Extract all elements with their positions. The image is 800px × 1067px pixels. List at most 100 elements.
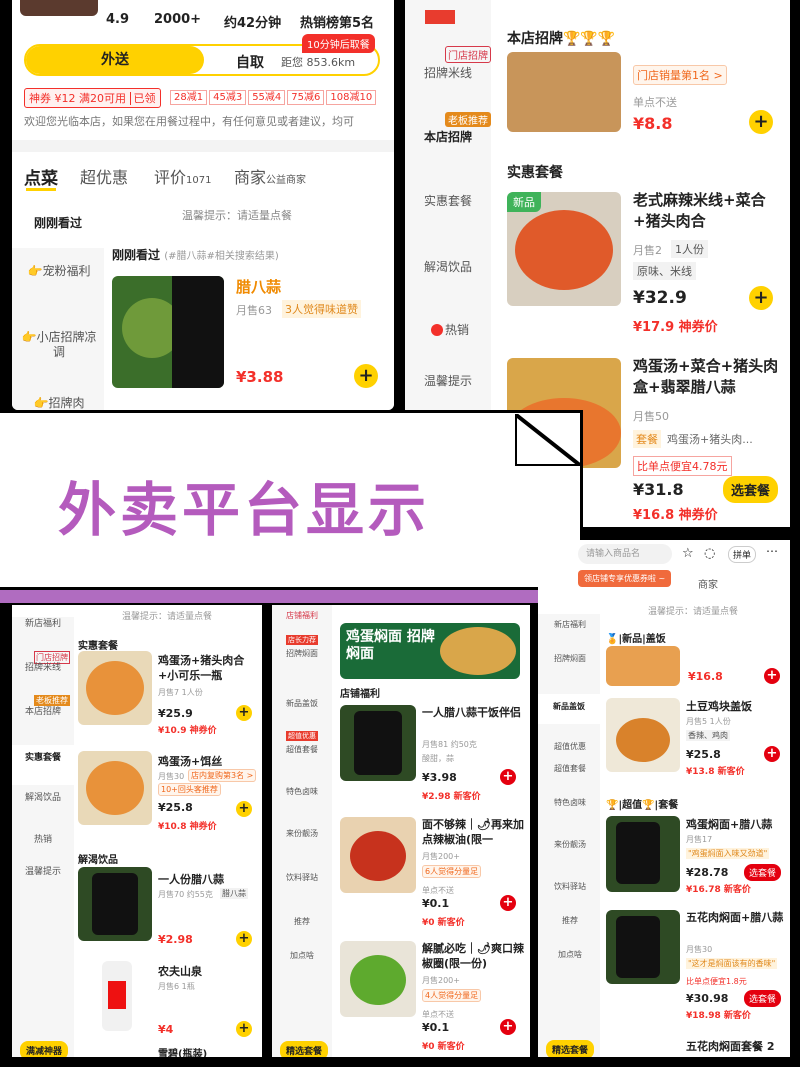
- star-icon[interactable]: ☆: [682, 546, 694, 561]
- tab-order[interactable]: 点菜: [24, 164, 58, 189]
- product-image[interactable]: [112, 276, 224, 388]
- product-image[interactable]: 新品: [507, 192, 621, 306]
- bottom-combo-button[interactable]: 精选套餐: [546, 1040, 595, 1057]
- sidebar-item-recommend[interactable]: 推荐: [542, 916, 598, 926]
- tab-deals[interactable]: 超优惠: [80, 164, 128, 188]
- tab-pickup[interactable]: 自取: [236, 52, 264, 72]
- bottom-combo-button[interactable]: 精选套餐: [280, 1041, 329, 1057]
- tab-delivery[interactable]: 外送: [26, 46, 204, 74]
- add-to-cart-button[interactable]: +: [500, 895, 516, 911]
- product-name[interactable]: 一人腊八蒜干饭伴侣: [422, 705, 522, 720]
- more-icon[interactable]: ⋯: [766, 544, 778, 558]
- sidebar-item-hot[interactable]: 热销: [445, 323, 469, 338]
- product-name[interactable]: 鸡蛋汤+猪头肉合+小可乐一瓶: [158, 653, 258, 684]
- product-name[interactable]: 老式麻辣米线+菜合+猪头肉合: [633, 190, 783, 232]
- sidebar-item-braised[interactable]: 特色卤味: [542, 798, 598, 808]
- sidebar-item-recent[interactable]: 刚刚看过: [12, 200, 104, 248]
- sidebar-item-signature-noodles[interactable]: 招牌米线: [409, 66, 487, 81]
- sidebar-item-tips[interactable]: 温馨提示: [16, 867, 70, 878]
- sidebar-item-combo[interactable]: 超值套餐: [542, 764, 598, 774]
- product-name[interactable]: 农夫山泉: [158, 963, 202, 979]
- sidebar-item-combo[interactable]: 实惠套餐: [12, 745, 74, 785]
- add-to-cart-button[interactable]: +: [749, 286, 773, 310]
- promo-banner-image[interactable]: 鸡蛋焖面 招牌焖面: [340, 623, 520, 679]
- add-to-cart-button[interactable]: +: [236, 705, 252, 721]
- product-image[interactable]: [606, 698, 680, 772]
- sidebar-item-drinks[interactable]: 解渴饮品: [409, 260, 487, 275]
- sidebar-item-fans[interactable]: 👉宠粉福利: [18, 264, 100, 279]
- product-image[interactable]: [340, 817, 416, 893]
- sidebar-item-meat[interactable]: 👉招牌肉: [18, 396, 100, 410]
- sidebar-item-welfare[interactable]: 店铺福利: [276, 611, 328, 621]
- sidebar-item-new[interactable]: 新店福利: [542, 620, 598, 630]
- sidebar-item-soup[interactable]: 来份靓汤: [542, 840, 598, 850]
- select-combo-button[interactable]: 选套餐: [744, 864, 782, 881]
- sales-rank-tag[interactable]: 门店销量第1名 >: [633, 65, 727, 85]
- product-image[interactable]: [78, 867, 152, 941]
- sidebar-item-signature[interactable]: 本店招牌: [16, 707, 70, 718]
- product-name[interactable]: 鸡蛋汤+饵丝: [158, 753, 222, 769]
- select-combo-button[interactable]: 选套餐: [744, 990, 782, 1007]
- coupon-badge[interactable]: 神券 ¥12 满20可用 已领: [24, 88, 161, 108]
- sidebar-item-new[interactable]: 新店福利: [16, 619, 70, 630]
- add-to-cart-button[interactable]: +: [500, 769, 516, 785]
- add-to-cart-button[interactable]: +: [764, 746, 780, 762]
- tab-reviews[interactable]: 评价1071: [154, 164, 211, 188]
- add-to-cart-button[interactable]: +: [354, 364, 378, 388]
- search-input[interactable]: 请输入商品名: [578, 544, 672, 564]
- product-image[interactable]: [606, 816, 680, 892]
- product-image[interactable]: [507, 52, 621, 132]
- sidebar-item-hot[interactable]: 热销: [16, 835, 70, 846]
- sidebar-item-braised[interactable]: 特色卤味: [276, 787, 328, 797]
- tab-merchant[interactable]: 商家: [698, 576, 718, 591]
- sidebar-item-noodles[interactable]: 招牌焖面: [542, 654, 598, 664]
- add-to-cart-button[interactable]: +: [764, 668, 780, 684]
- product-name[interactable]: 一人份腊八蒜: [158, 871, 224, 887]
- sidebar-item-soup[interactable]: 来份靓汤: [276, 829, 328, 839]
- sidebar-item-deals[interactable]: 超值优惠: [542, 742, 598, 752]
- select-combo-button[interactable]: 选套餐: [723, 476, 779, 503]
- rank-tag[interactable]: 店内复购第3名 >: [188, 769, 257, 782]
- sidebar-item-recommend[interactable]: 推荐: [276, 917, 328, 927]
- product-name[interactable]: 面不够辣｜🌶再来加点辣椒油(限一: [422, 817, 526, 849]
- product-image[interactable]: [340, 705, 416, 781]
- sidebar-item-noodles[interactable]: 招牌米线: [16, 663, 70, 674]
- product-name[interactable]: 鸡蛋焖面+腊八蒜: [686, 816, 772, 832]
- product-name[interactable]: 腊八蒜: [236, 276, 281, 297]
- product-image[interactable]: [102, 961, 132, 1031]
- product-image[interactable]: [606, 646, 680, 686]
- sidebar-item-cold-dishes[interactable]: 👉小店招牌凉调: [18, 330, 100, 360]
- tab-merchant[interactable]: 商家公益商家: [234, 164, 306, 188]
- product-image[interactable]: [340, 941, 416, 1017]
- product-image[interactable]: [78, 651, 152, 725]
- sidebar-item-drinks[interactable]: 饮料驿站: [542, 882, 598, 892]
- add-to-cart-button[interactable]: +: [749, 110, 773, 134]
- sidebar-item-combo[interactable]: 实惠套餐: [409, 194, 487, 209]
- chat-icon[interactable]: ◌: [704, 546, 715, 561]
- add-to-cart-button[interactable]: +: [236, 801, 252, 817]
- product-name[interactable]: 解腻必吃｜🌶爽口辣椒圈(限一份): [422, 941, 526, 973]
- sidebar-item-extras[interactable]: 加点啥: [542, 950, 598, 960]
- product-image[interactable]: [606, 910, 680, 984]
- bottom-promo-button[interactable]: 满减神器: [20, 1041, 69, 1057]
- sidebar-item-combo[interactable]: 超值套餐: [276, 745, 328, 755]
- sidebar-item-rice[interactable]: 新品盖饭: [276, 699, 328, 709]
- add-to-cart-button[interactable]: +: [236, 931, 252, 947]
- sidebar-item-drinks[interactable]: 饮料驿站: [276, 873, 328, 883]
- product-image[interactable]: [78, 751, 152, 825]
- group-order-button[interactable]: 拼单: [728, 546, 757, 563]
- product-name[interactable]: 五花肉焖面+腊八蒜: [686, 910, 786, 925]
- add-to-cart-button[interactable]: +: [500, 1019, 516, 1035]
- coupon-promo-tooltip[interactable]: 领店铺专享优惠券啦 ~: [578, 570, 672, 587]
- sidebar-item-signature[interactable]: 本店招牌: [405, 110, 491, 166]
- sidebar-item-noodles[interactable]: 招牌焖面: [276, 649, 328, 659]
- product-name[interactable]: 土豆鸡块盖饭: [686, 698, 752, 714]
- sidebar-item-extras[interactable]: 加点啥: [276, 951, 328, 961]
- product-name[interactable]: 五花肉焖面套餐 2: [686, 1038, 774, 1054]
- sidebar-item-tips[interactable]: 温馨提示: [409, 374, 487, 389]
- next-product-name[interactable]: 雪碧(瓶装): [158, 1045, 207, 1057]
- product-name[interactable]: 鸡蛋汤+菜合+猪头肉盒+翡翠腊八蒜: [633, 356, 783, 398]
- sidebar-item-rice[interactable]: 新品盖饭: [538, 694, 600, 724]
- sidebar-item-drinks[interactable]: 解渴饮品: [16, 793, 70, 804]
- add-to-cart-button[interactable]: +: [236, 1021, 252, 1037]
